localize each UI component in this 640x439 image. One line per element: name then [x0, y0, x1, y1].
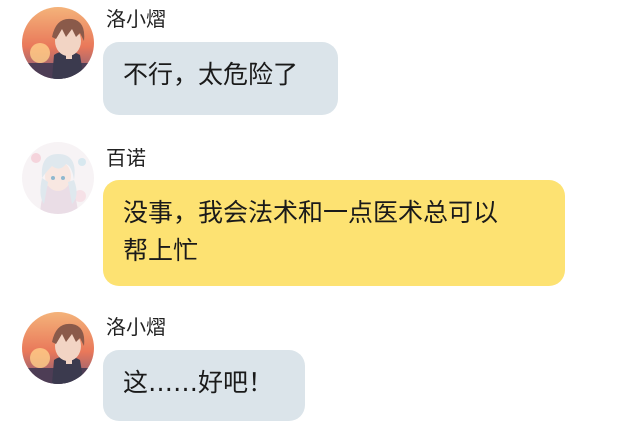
message-text: 不行，太危险了 [123, 60, 299, 89]
sender-name: 百诺 [106, 146, 146, 170]
message-bubble[interactable]: 不行，太危险了 [103, 42, 338, 115]
anime-boy-sunset-avatar-icon[interactable] [22, 312, 94, 384]
message-bubble[interactable]: 没事，我会法术和一点医术总可以 帮上忙 [103, 180, 565, 286]
sender-name: 洛小熠 [106, 315, 166, 339]
sender-name: 洛小熠 [106, 7, 166, 31]
chat-conversation: 洛小熠 不行，太危险了 百诺 没事，我会法术和一点医术总可以 帮上忙 洛小熠 这… [0, 0, 640, 439]
message-text-line: 没事，我会法术和一点医术总可以 [123, 198, 499, 227]
anime-girl-white-hair-avatar-icon[interactable] [22, 142, 94, 214]
message-text-line: 帮上忙 [123, 236, 199, 265]
message-text: 这……好吧！ [123, 368, 274, 397]
message-bubble[interactable]: 这……好吧！ [103, 350, 305, 421]
anime-boy-sunset-avatar-icon[interactable] [22, 7, 94, 79]
